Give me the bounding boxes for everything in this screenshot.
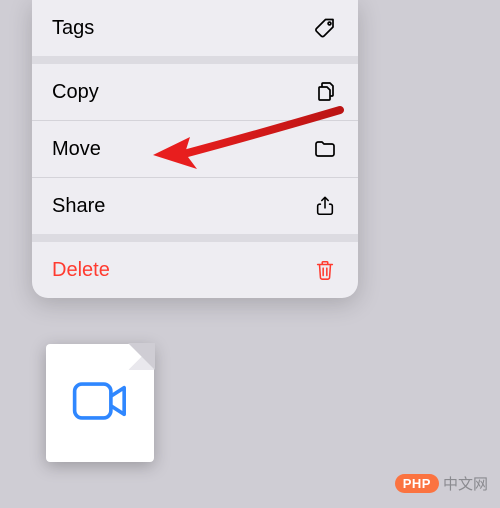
folder-icon — [312, 136, 338, 162]
context-menu: Tags Copy Move Share — [32, 0, 358, 298]
video-icon — [71, 379, 129, 428]
watermark-text: 中文网 — [443, 473, 488, 494]
menu-separator — [32, 234, 358, 242]
file-thumbnail[interactable] — [46, 344, 154, 462]
watermark-pill: PHP — [395, 474, 439, 493]
trash-icon — [312, 257, 338, 283]
menu-item-label: Share — [52, 195, 105, 218]
menu-item-label: Copy — [52, 81, 99, 104]
menu-item-copy[interactable]: Copy — [32, 64, 358, 120]
menu-separator — [32, 56, 358, 64]
tag-icon — [312, 15, 338, 41]
menu-item-share[interactable]: Share — [32, 178, 358, 234]
menu-item-tags[interactable]: Tags — [32, 0, 358, 56]
menu-item-move[interactable]: Move — [32, 121, 358, 177]
share-icon — [312, 193, 338, 219]
menu-item-label: Delete — [52, 259, 110, 282]
menu-item-delete[interactable]: Delete — [32, 242, 358, 298]
menu-item-label: Tags — [52, 17, 94, 40]
watermark: PHP 中文网 — [395, 473, 488, 494]
menu-item-label: Move — [52, 138, 101, 161]
copy-icon — [312, 79, 338, 105]
